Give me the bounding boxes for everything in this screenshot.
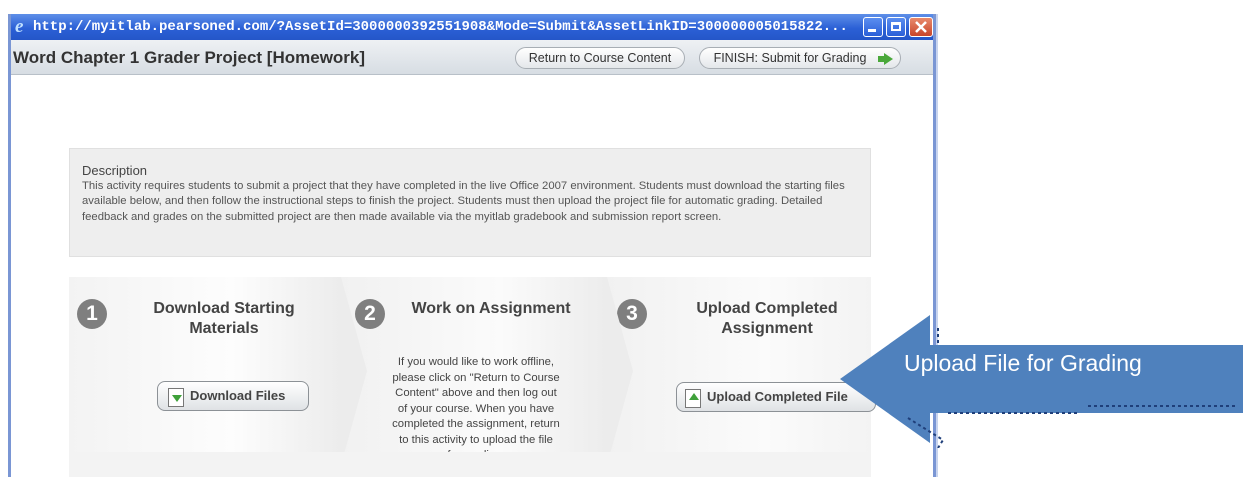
step-title-work: Work on Assignment <box>411 300 571 317</box>
upload-completed-file-label: Upload Completed File <box>707 389 848 404</box>
page-title: Word Chapter 1 Grader Project [Homework] <box>13 48 366 67</box>
step-title-upload: Upload Completed Assignment <box>696 300 838 337</box>
description-text: This activity requires students to submi… <box>82 179 845 223</box>
callout-text: Upload File for Grading <box>904 350 1142 376</box>
download-file-icon <box>168 388 184 407</box>
browser-window: e http://myitlab.pearsoned.com/?AssetId=… <box>8 14 936 477</box>
step-work: 2 Work on Assignment If you would like t… <box>341 277 607 465</box>
download-files-button[interactable]: Download Files <box>157 381 309 411</box>
panel-bottom <box>69 452 871 477</box>
assignment-header: Word Chapter 1 Grader Project [Homework]… <box>11 40 933 75</box>
ie-icon: e <box>15 16 24 37</box>
step-title-download: Download Starting Materials <box>153 300 295 337</box>
step-divider-arrow <box>607 277 633 465</box>
description-box: Description This activity requires stude… <box>69 148 871 257</box>
callout-arrow: Upload File for Grading <box>838 310 1243 448</box>
title-bar: e http://myitlab.pearsoned.com/?AssetId=… <box>11 14 933 40</box>
description-title: Description <box>82 163 148 178</box>
step-divider-arrow <box>341 277 367 465</box>
step-download: 1 Download Starting Materials Download F… <box>69 277 341 465</box>
return-to-course-button[interactable]: Return to Course Content <box>515 47 685 69</box>
finish-submit-button[interactable]: FINISH: Submit for Grading <box>699 47 901 69</box>
window-url: http://myitlab.pearsoned.com/?AssetId=30… <box>33 19 848 35</box>
callout-arrow-shape <box>840 315 1243 448</box>
close-icon[interactable] <box>909 17 933 37</box>
upload-file-icon <box>685 389 701 408</box>
step-upload: 3 Upload Completed Assignment Upload Com… <box>607 277 876 465</box>
download-files-label: Download Files <box>190 388 286 403</box>
minimize-icon[interactable] <box>863 17 883 37</box>
green-arrow-icon <box>878 53 893 65</box>
step-number-1: 1 <box>77 299 107 329</box>
maximize-icon[interactable] <box>886 17 906 37</box>
finish-submit-label: FINISH: Submit for Grading <box>713 51 867 65</box>
steps-panel: 1 Download Starting Materials Download F… <box>69 277 876 465</box>
step-work-instructions: If you would like to work offline, pleas… <box>392 356 560 461</box>
